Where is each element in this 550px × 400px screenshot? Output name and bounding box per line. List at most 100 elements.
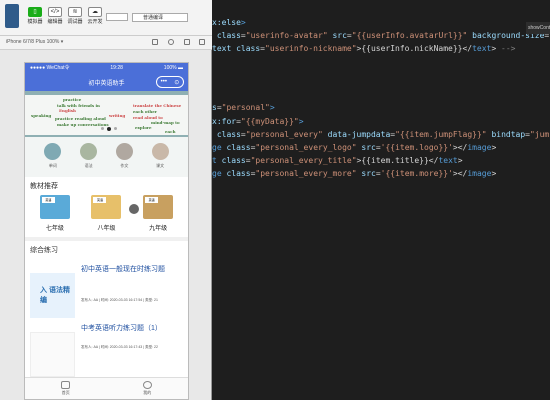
book-name: 九年级 bbox=[149, 226, 168, 232]
tab-showcont[interactable]: showCont bbox=[526, 22, 550, 34]
simulator-panel: ▯ 模拟器 </> 编辑器 ≋ 调试器 ☁ 云开发 普通编译 iPhone 6/… bbox=[0, 0, 212, 400]
mouse-cursor bbox=[129, 204, 139, 214]
home-icon bbox=[61, 381, 71, 389]
practice-section-title: 综合练习 bbox=[30, 247, 58, 254]
cloud-button[interactable]: ☁ 云开发 bbox=[84, 7, 106, 25]
more-icon[interactable] bbox=[199, 39, 205, 45]
text-icon bbox=[151, 143, 169, 160]
banner-phrase: each other bbox=[133, 109, 157, 114]
exercise-info: 中考英语听力练习题（1） 发布人: AA | 时间: 2020-03-03 16… bbox=[75, 322, 183, 377]
exercise-thumbnail bbox=[30, 332, 75, 377]
mode-select[interactable] bbox=[106, 13, 128, 21]
book-grade-7[interactable]: 英语 七年级 bbox=[39, 195, 70, 232]
phone-icon: ▯ bbox=[28, 7, 42, 17]
bug-icon: ≋ bbox=[68, 7, 82, 17]
book-cover: 英语 bbox=[39, 195, 70, 219]
toolbar: ▯ 模拟器 </> 编辑器 ≋ 调试器 ☁ 云开发 普通编译 bbox=[0, 0, 212, 36]
code-editor[interactable]: x:else> class="userinfo-avatar" src="{{u… bbox=[212, 0, 550, 400]
tab-bar: 首页 我的 bbox=[25, 377, 188, 399]
grammar-icon bbox=[80, 143, 98, 160]
book-cover: 英语 bbox=[143, 195, 174, 219]
tab-mine[interactable]: 我的 bbox=[142, 378, 152, 399]
book-badge: 英语 bbox=[93, 197, 107, 203]
category-grid: 单词 语法 作文 课文 bbox=[25, 137, 188, 177]
swiper-dots bbox=[101, 127, 117, 131]
editor-button[interactable]: </> 编辑器 bbox=[44, 7, 66, 25]
simulator-button[interactable]: ▯ 模拟器 bbox=[24, 7, 46, 25]
tab-label: 首页 bbox=[61, 390, 70, 395]
more-icon[interactable]: ••• bbox=[161, 79, 167, 85]
textbook-section-title: 教材推荐 bbox=[30, 183, 58, 190]
record-icon[interactable] bbox=[168, 39, 174, 45]
banner-phrase: English bbox=[59, 108, 76, 113]
tab-home[interactable]: 首页 bbox=[61, 378, 71, 399]
device-bar: iPhone 6/7/8 Plus 100% ▾ bbox=[0, 36, 212, 50]
swiper-dot[interactable] bbox=[114, 127, 117, 130]
book-cover: 英语 bbox=[91, 195, 122, 219]
code-line: s="personal"> bbox=[212, 103, 275, 112]
category-label: 语法 bbox=[84, 163, 93, 168]
banner-phrase: translate the Chinese bbox=[133, 103, 182, 108]
exercise-info: 初中英语一般现在时练习题 发布人: AA | 时间: 2020-03-03 16… bbox=[75, 263, 183, 318]
banner-phrase: practice reading aloud bbox=[55, 116, 106, 121]
code-line: x:for="{{myData}}"> bbox=[212, 117, 304, 126]
simulator-label: 模拟器 bbox=[27, 19, 43, 25]
nav-bar: 初中英语助手 ••• ⊙ bbox=[25, 73, 188, 91]
exercise-meta: 发布人: AA | 时间: 2020-03-03 16:17:43 | 类型: … bbox=[81, 345, 158, 349]
window-icon[interactable] bbox=[184, 39, 190, 45]
category-text[interactable]: 课文 bbox=[151, 143, 169, 169]
code-line: class="personal_every" data-jumpdata="{{… bbox=[216, 130, 550, 139]
list-item[interactable]: 中考英语听力练习题（1） 发布人: AA | 时间: 2020-03-03 16… bbox=[25, 318, 188, 377]
code-line: ge class="personal_every_more" src='{{it… bbox=[212, 169, 497, 178]
book-name: 七年级 bbox=[45, 226, 64, 232]
book-grade-8[interactable]: 英语 八年级 bbox=[91, 195, 122, 232]
code-icon: </> bbox=[48, 7, 62, 17]
thumbnail-text: 入 语法精编 bbox=[40, 287, 70, 304]
category-label: 单词 bbox=[48, 163, 57, 168]
code-line: x:else> bbox=[212, 18, 246, 27]
close-icon[interactable]: ⊙ bbox=[174, 79, 179, 86]
category-label: 作文 bbox=[120, 163, 129, 168]
swiper-dot[interactable] bbox=[101, 127, 104, 130]
avatar[interactable] bbox=[5, 4, 19, 28]
cloud-icon: ☁ bbox=[88, 7, 102, 17]
banner-swiper[interactable]: practice talk with friends in English sp… bbox=[25, 91, 188, 137]
cloud-label: 云开发 bbox=[87, 19, 103, 25]
phone-icon[interactable] bbox=[152, 39, 158, 45]
book-list: 英语 七年级 英语 八年级 英语 九年级 bbox=[25, 195, 188, 232]
clock: 19:28 bbox=[110, 65, 123, 71]
capsule-menu: ••• ⊙ bbox=[156, 76, 184, 88]
editor-label: 编辑器 bbox=[47, 19, 63, 25]
category-grammar[interactable]: 语法 bbox=[80, 143, 98, 169]
vocabulary-icon bbox=[44, 143, 62, 160]
category-vocabulary[interactable]: 单词 bbox=[44, 143, 62, 169]
category-label: 课文 bbox=[156, 163, 165, 168]
banner-phrase: mind-map to bbox=[151, 120, 180, 125]
banner-phrase: speaking bbox=[31, 113, 52, 118]
writing-icon bbox=[115, 143, 133, 160]
code-line: ge class="personal_every_logo" src='{{it… bbox=[212, 143, 497, 152]
debugger-button[interactable]: ≋ 调试器 bbox=[64, 7, 86, 25]
category-writing[interactable]: 作文 bbox=[115, 143, 133, 169]
banner-phrase: explore bbox=[135, 125, 152, 130]
banner-phrase: each bbox=[165, 129, 176, 134]
code-line: t class="personal_every_title">{{item.ti… bbox=[212, 156, 463, 165]
status-bar: ●●●●● WeChat令 19:28 100% ▬ bbox=[25, 63, 188, 73]
banner-top-strip bbox=[25, 91, 188, 95]
tab-label: 我的 bbox=[143, 390, 152, 395]
exercise-title: 中考英语听力练习题（1） bbox=[81, 325, 162, 332]
swiper-dot-active[interactable] bbox=[107, 127, 111, 131]
exercise-title: 初中英语一般现在时练习题 bbox=[81, 266, 165, 273]
code-line: text class="userinfo-nickname">{{userInf… bbox=[212, 44, 516, 53]
compile-mode-select[interactable]: 普通编译 bbox=[132, 13, 188, 22]
list-item[interactable]: 入 语法精编 初中英语一般现在时练习题 发布人: AA | 时间: 2020-0… bbox=[25, 259, 188, 318]
book-badge: 英语 bbox=[145, 197, 159, 203]
device-select[interactable]: iPhone 6/7/8 Plus 100% ▾ bbox=[6, 39, 63, 45]
carrier-label: ●●●●● WeChat令 bbox=[30, 65, 70, 71]
debugger-label: 调试器 bbox=[67, 19, 83, 25]
code-line: class="userinfo-avatar" src="{{userInfo.… bbox=[216, 31, 550, 40]
book-badge: 英语 bbox=[41, 197, 55, 203]
phone-screen: ●●●●● WeChat令 19:28 100% ▬ 初中英语助手 ••• ⊙ … bbox=[24, 62, 189, 400]
exercise-meta: 发布人: AA | 时间: 2020-03-03 16:17:54 | 类型: … bbox=[81, 298, 158, 302]
book-grade-9[interactable]: 英语 九年级 bbox=[143, 195, 174, 232]
